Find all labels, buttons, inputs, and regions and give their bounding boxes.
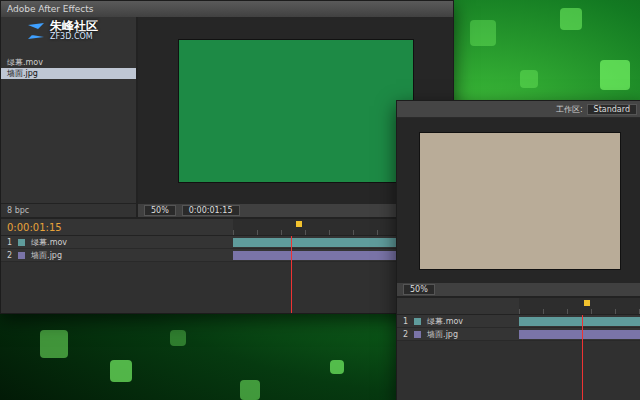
workspace-select[interactable]: Standard — [587, 104, 637, 115]
track — [519, 328, 640, 340]
label-swatch — [18, 239, 25, 246]
layer-bar[interactable] — [519, 317, 640, 326]
layer-row[interactable]: 1 绿幕.mov — [397, 315, 640, 328]
workspace-top: 绿幕.mov墙面.jpg 8 bpc 50% 0:00:01:15 — [1, 17, 453, 219]
timeline-header: 0:00:01:15 — [1, 219, 453, 236]
playhead-knob[interactable] — [296, 221, 302, 227]
layer-info: 1 绿幕.mov — [397, 315, 519, 327]
timecode[interactable]: 0:00:01:15 — [7, 222, 62, 233]
timecode-area — [397, 298, 519, 314]
project-panel: 绿幕.mov墙面.jpg 8 bpc — [1, 17, 138, 217]
project-item[interactable]: 墙面.jpg — [1, 68, 136, 79]
workspace-bar: 工作区: Standard — [397, 101, 640, 118]
timeline-empty — [397, 341, 640, 400]
project-item[interactable]: 绿幕.mov — [1, 57, 136, 68]
workspace-top: 50% — [397, 118, 640, 298]
layer-list: 1 绿幕.mov 2 墙面.jpg — [1, 236, 453, 262]
workspace-label: 工作区: — [556, 104, 583, 115]
layer-name: 墙面.jpg — [31, 250, 62, 261]
layer-info: 1 绿幕.mov — [1, 236, 233, 248]
playhead-line[interactable] — [291, 236, 292, 314]
layer-name: 绿幕.mov — [427, 316, 463, 327]
desktop: Adobe After Effects绿幕.mov墙面.jpg8 bpc50%0… — [0, 0, 640, 400]
layer-index: 1 — [7, 238, 12, 247]
timeline-panel: 1 绿幕.mov 2 墙面.jpg — [397, 298, 640, 400]
layer-bar[interactable] — [519, 330, 640, 339]
playhead-line[interactable] — [582, 315, 583, 400]
layer-info: 2 墙面.jpg — [1, 249, 233, 261]
layer-row[interactable]: 2 墙面.jpg — [1, 249, 453, 262]
main-window: Adobe After Effects绿幕.mov墙面.jpg8 bpc50%0… — [0, 0, 454, 314]
layer-list: 1 绿幕.mov 2 墙面.jpg — [397, 315, 640, 341]
timeline-empty — [1, 262, 453, 313]
composition-panel: 50% — [397, 118, 640, 296]
layer-name: 绿幕.mov — [31, 237, 67, 248]
layer-row[interactable]: 2 墙面.jpg — [397, 328, 640, 341]
layer-index: 1 — [403, 317, 408, 326]
second-window: 工作区: Standard 50% 1 绿幕.mov 2 墙面.jpg — [396, 100, 640, 400]
layer-row[interactable]: 1 绿幕.mov — [1, 236, 453, 249]
watermark: 朱峰社区ZF3D.COM — [26, 20, 98, 42]
layer-index: 2 — [403, 330, 408, 339]
track — [519, 315, 640, 327]
timeline-header — [397, 298, 640, 315]
zoom-field[interactable]: 50% — [144, 205, 176, 216]
bpc-label[interactable]: 8 bpc — [1, 203, 136, 217]
viewer-controls: 50% — [397, 283, 640, 296]
composite-frame — [419, 132, 621, 270]
zoom-field[interactable]: 50% — [403, 284, 435, 295]
viewer-timecode[interactable]: 0:00:01:15 — [182, 205, 240, 216]
playhead-knob[interactable] — [584, 300, 590, 306]
label-swatch — [414, 331, 421, 338]
time-ruler[interactable] — [519, 298, 640, 314]
timeline-panel: 0:00:01:15 1 绿幕.mov 2 墙面.jpg — [1, 219, 453, 313]
layer-index: 2 — [7, 251, 12, 260]
viewer — [397, 118, 640, 283]
title-bar: Adobe After Effects — [1, 1, 453, 17]
greenscreen-frame — [178, 39, 414, 183]
watermark-name: 朱峰社区 — [50, 20, 98, 33]
logo-icon — [26, 21, 46, 41]
layer-info: 2 墙面.jpg — [397, 328, 519, 340]
label-swatch — [414, 318, 421, 325]
watermark-url: ZF3D.COM — [50, 33, 98, 42]
watermark-text: 朱峰社区ZF3D.COM — [50, 20, 98, 42]
label-swatch — [18, 252, 25, 259]
timecode-area: 0:00:01:15 — [1, 219, 233, 235]
layer-name: 墙面.jpg — [427, 329, 458, 340]
